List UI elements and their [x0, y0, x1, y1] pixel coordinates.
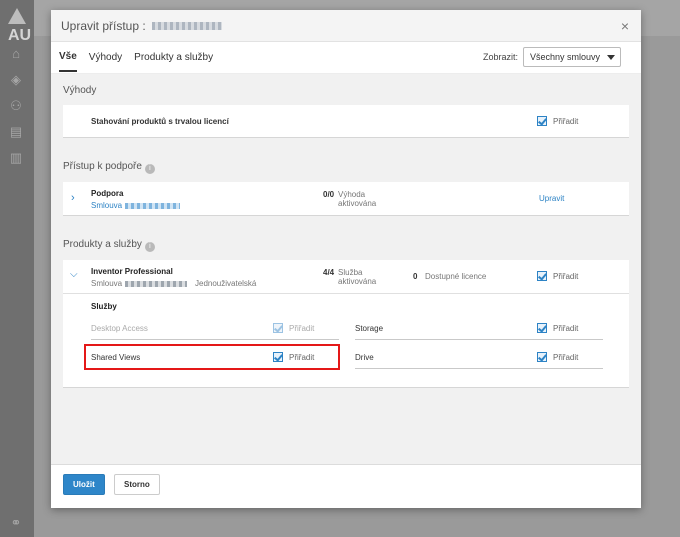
modal-title: Upravit přístup : — [61, 19, 222, 33]
available-count: 0 — [413, 272, 418, 281]
section-title-support: Přístup k podpoře i — [63, 158, 629, 176]
app-logo: AU — [8, 8, 34, 45]
modal-footer: Uložit Storno — [51, 464, 641, 508]
product-assign-checkbox[interactable]: Přiřadit — [537, 271, 578, 281]
available-label: Dostupné licence — [425, 272, 487, 281]
cube-icon[interactable]: ◈ — [8, 72, 24, 88]
service-row-desktop-access: Desktop Access Přiřadit — [91, 318, 339, 340]
tab-benefits[interactable]: Výhody — [89, 44, 122, 71]
support-count: 0/0 — [323, 190, 335, 199]
benefit-name: Stahování produktů s trvalou licencí — [91, 117, 229, 126]
redacted-contract-number — [125, 280, 188, 287]
checkbox-checked-icon — [537, 352, 547, 362]
tabs-row: Vše Výhody Produkty a služby Zobrazit: V… — [51, 42, 641, 74]
link-icon[interactable]: ⚭ — [8, 515, 24, 531]
contract-filter-select[interactable]: Všechny smlouvy — [523, 47, 621, 67]
drive-checkbox[interactable]: Přiřadit — [537, 352, 578, 362]
close-icon[interactable]: × — [621, 18, 629, 34]
chevron-down-icon[interactable]: ⌵ — [70, 269, 78, 280]
redacted-contract-number — [125, 202, 181, 209]
support-contract-link[interactable]: Smlouva — [91, 201, 181, 210]
highlight-box — [84, 344, 340, 370]
chevron-right-icon[interactable]: › — [71, 192, 81, 206]
product-contract: Smlouva — [91, 279, 188, 288]
redacted-user-name — [151, 22, 222, 31]
edit-support-link[interactable]: Upravit — [539, 194, 564, 203]
checkbox-checked-icon — [273, 323, 283, 333]
chevron-down-icon — [607, 55, 615, 60]
tab-products-services[interactable]: Produkty a služby — [134, 44, 213, 71]
filter-label: Zobrazit: — [482, 52, 518, 62]
services-title: Služby — [91, 302, 117, 311]
tab-all[interactable]: Vše — [59, 43, 77, 72]
save-button[interactable]: Uložit — [63, 474, 105, 495]
filter: Zobrazit: Všechny smlouvy — [483, 47, 621, 67]
support-name: Podpora — [91, 189, 124, 198]
product-name: Inventor Professional — [91, 267, 173, 276]
product-card: ⌵ Inventor Professional Smlouva Jednouži… — [63, 260, 629, 294]
reports-icon[interactable]: ▥ — [8, 150, 24, 166]
document-icon[interactable]: ▤ — [8, 124, 24, 140]
section-title-benefits: Výhody — [63, 85, 97, 96]
product-count-label: Služba aktivována — [338, 268, 377, 286]
info-icon[interactable]: i — [144, 164, 155, 174]
info-icon[interactable]: i — [144, 242, 155, 252]
desktop-access-checkbox: Přiřadit — [273, 323, 314, 333]
benefit-assign-checkbox[interactable]: Přiřadit — [537, 116, 578, 126]
service-row-storage: Storage Přiřadit — [355, 318, 603, 340]
storage-checkbox[interactable]: Přiřadit — [537, 323, 578, 333]
benefit-card: Stahování produktů s trvalou licencí Při… — [63, 105, 629, 138]
modal-content[interactable]: Výhody Stahování produktů s trvalou lice… — [51, 74, 641, 464]
autodesk-logo-icon — [8, 8, 26, 24]
modal-header: Upravit přístup : × — [51, 10, 641, 42]
checkbox-checked-icon — [537, 323, 547, 333]
product-count: 4/4 — [323, 268, 335, 277]
checkbox-checked-icon — [537, 271, 547, 281]
checkbox-checked-icon — [537, 116, 547, 126]
home-icon[interactable]: ⌂ — [8, 46, 24, 62]
services-panel: Služby Desktop Access Přiřadit Storage P… — [63, 294, 629, 388]
support-card: › Podpora Smlouva 0/0 Výhoda aktivována … — [63, 182, 629, 216]
cancel-button[interactable]: Storno — [114, 474, 160, 495]
app-sidebar: AU ⌂ ◈ ⚇ ▤ ▥ ⚭ — [0, 0, 34, 537]
users-icon[interactable]: ⚇ — [8, 98, 24, 114]
section-title-products: Produkty a služby i — [63, 236, 629, 254]
support-count-label: Výhoda aktivována — [338, 190, 377, 208]
service-row-drive: Drive Přiřadit — [355, 347, 603, 369]
edit-access-modal: Upravit přístup : × Vše Výhody Produkty … — [51, 10, 641, 508]
license-type: Jednouživatelská — [195, 279, 257, 288]
